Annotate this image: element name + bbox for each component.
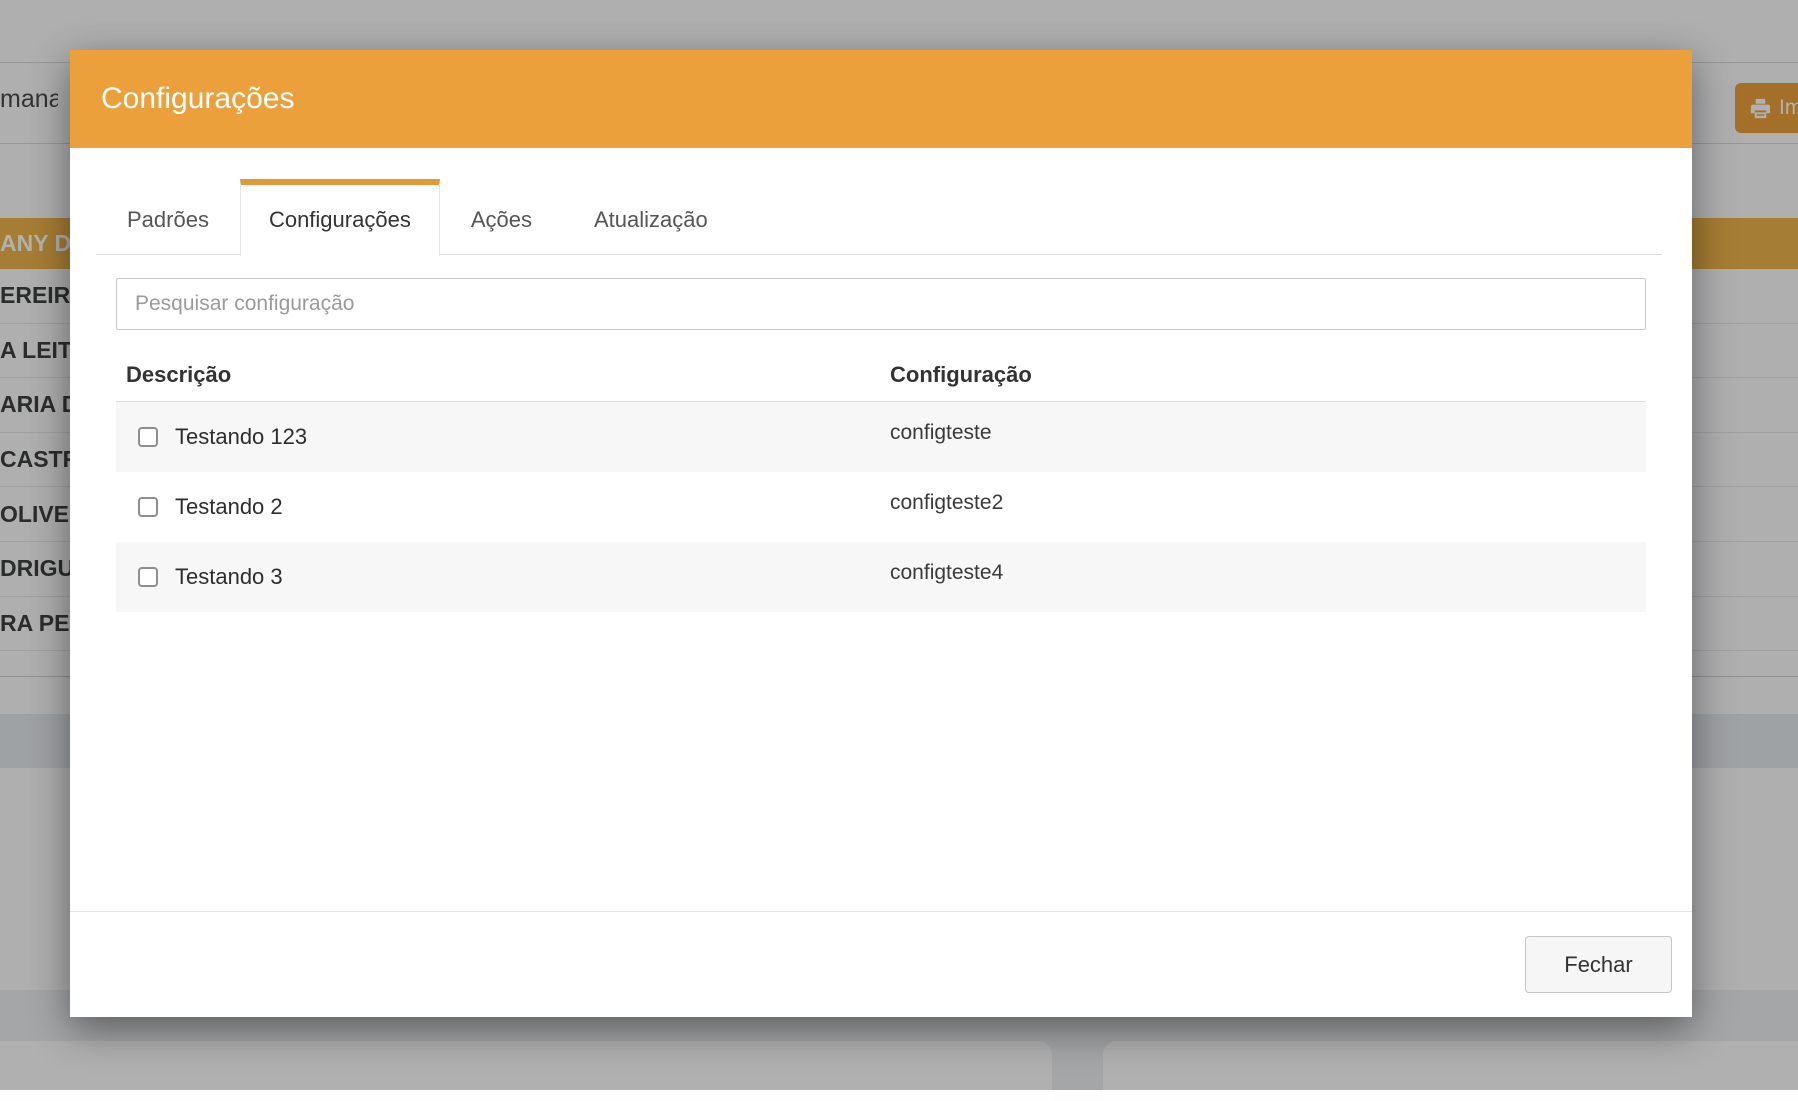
row-description: Testando 2 xyxy=(175,494,283,520)
modal-footer: Fechar xyxy=(70,911,1692,1017)
description-cell: Testando 123 xyxy=(116,424,890,450)
table-row[interactable]: Testando 3 configteste4 xyxy=(116,542,1646,612)
column-header-configuracao: Configuração xyxy=(890,362,1646,388)
description-cell: Testando 3 xyxy=(116,564,890,590)
tab-acoes[interactable]: Ações xyxy=(440,179,563,254)
tab-configuracoes[interactable]: Configurações xyxy=(240,179,440,256)
row-description: Testando 123 xyxy=(175,424,307,450)
modal-header: Configurações xyxy=(70,50,1692,148)
config-table: Descrição Configuração Testando 123 conf… xyxy=(116,348,1646,612)
settings-modal: Configurações Padrões Configurações Açõe… xyxy=(70,50,1692,1017)
row-checkbox[interactable] xyxy=(138,567,158,587)
column-header-descricao: Descrição xyxy=(116,362,890,388)
search-input[interactable] xyxy=(116,278,1646,330)
close-button[interactable]: Fechar xyxy=(1525,936,1672,993)
row-checkbox[interactable] xyxy=(138,427,158,447)
row-description: Testando 3 xyxy=(175,564,283,590)
row-config-value: configteste2 xyxy=(890,491,1646,515)
tab-atualizacao[interactable]: Atualização xyxy=(563,179,739,254)
modal-title: Configurações xyxy=(70,82,294,116)
tab-padroes[interactable]: Padrões xyxy=(96,179,240,254)
table-row[interactable]: Testando 123 configteste xyxy=(116,402,1646,472)
search-wrapper xyxy=(116,278,1646,330)
row-checkbox[interactable] xyxy=(138,497,158,517)
modal-tab-bar: Padrões Configurações Ações Atualização xyxy=(96,179,1662,255)
description-cell: Testando 2 xyxy=(116,494,890,520)
table-row[interactable]: Testando 2 configteste2 xyxy=(116,472,1646,542)
row-config-value: configteste4 xyxy=(890,561,1646,585)
row-config-value: configteste xyxy=(890,421,1646,445)
config-table-header: Descrição Configuração xyxy=(116,348,1646,402)
